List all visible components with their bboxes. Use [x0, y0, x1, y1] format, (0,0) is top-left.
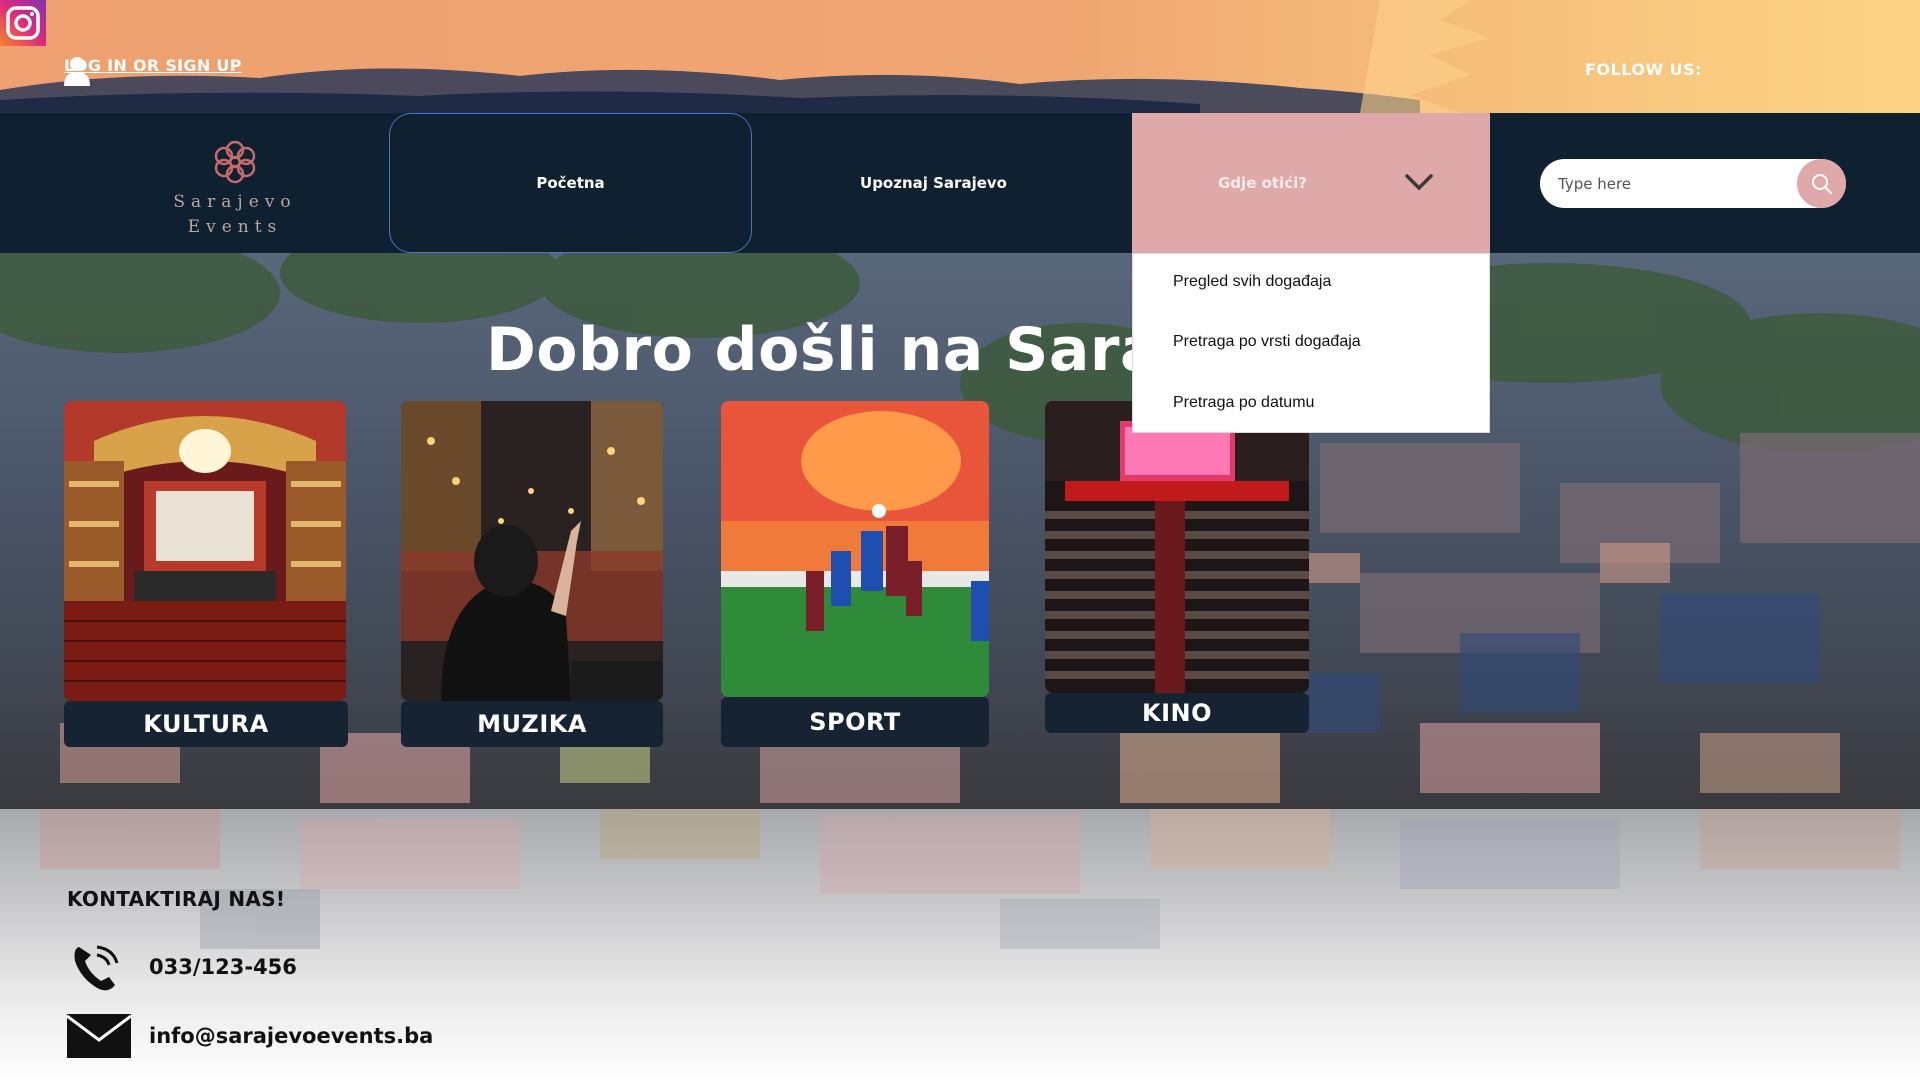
flower-logo-icon — [214, 140, 256, 184]
login-area[interactable]: LOG IN OR SIGN UP — [64, 56, 242, 86]
nav-where-label: Gdje otići? — [1218, 174, 1307, 192]
hero-section: Dobro došli na Saraje KULTURA MUZIKA SPO… — [0, 253, 1920, 809]
concert-image — [401, 401, 663, 701]
theater-image — [64, 401, 346, 701]
category-label[interactable]: KULTURA — [64, 701, 348, 747]
search-button[interactable] — [1797, 159, 1846, 208]
category-label[interactable]: KINO — [1045, 693, 1309, 733]
category-label[interactable]: SPORT — [721, 697, 989, 747]
site-logo[interactable]: Sarajevo Events — [170, 137, 300, 237]
dropdown-item-search-by-date[interactable]: Pretraga po datumu — [1173, 394, 1314, 412]
search-icon — [1811, 173, 1832, 194]
top-bar: LOG IN OR SIGN UP FOLLOW US: — [0, 0, 1920, 113]
follow-label: FOLLOW US: — [1585, 60, 1703, 79]
category-card-muzika[interactable]: MUZIKA — [401, 401, 663, 747]
user-icon — [64, 57, 90, 86]
mail-icon — [67, 1014, 131, 1058]
logo-text-line1: Sarajevo — [173, 192, 297, 212]
logo-text-line2: Events — [187, 217, 283, 237]
contact-email[interactable]: info@sarajevoevents.ba — [67, 1014, 433, 1058]
nav-home[interactable]: Početna — [389, 113, 752, 253]
dropdown-item-all-events[interactable]: Pregled svih događaja — [1173, 273, 1331, 291]
hero-title: Dobro došli na Saraje — [486, 315, 1224, 385]
nav-where-to-go[interactable]: Gdje otići? — [1132, 113, 1490, 253]
email-address: info@sarajevoevents.ba — [149, 1024, 434, 1048]
chevron-down-icon — [1405, 174, 1433, 191]
where-to-go-dropdown: Pregled svih događaja Pretraga po vrsti … — [1132, 253, 1490, 433]
sunset-background — [0, 0, 1490, 113]
category-card-kino[interactable]: KINO — [1045, 401, 1309, 741]
contact-phone[interactable]: 033/123-456 — [67, 939, 297, 995]
phone-icon — [74, 945, 119, 991]
login-link[interactable]: LOG IN OR SIGN UP — [64, 56, 242, 75]
category-card-kultura[interactable]: KULTURA — [64, 401, 348, 747]
nav-meet-sarajevo[interactable]: Upoznaj Sarajevo — [752, 113, 1115, 253]
instagram-icon[interactable] — [0, 0, 46, 46]
dropdown-item-search-by-type[interactable]: Pretraga po vrsti događaja — [1173, 333, 1361, 351]
cinema-image — [1045, 401, 1309, 693]
search-input[interactable] — [1556, 173, 1786, 194]
phone-number: 033/123-456 — [149, 955, 297, 979]
category-card-sport[interactable]: SPORT — [721, 401, 989, 747]
contact-title: KONTAKTIRAJ NAS! — [67, 887, 286, 911]
search-box — [1540, 159, 1846, 208]
footer: KONTAKTIRAJ NAS! 033/123-456 info@saraje… — [0, 809, 1920, 1080]
football-image — [721, 401, 989, 697]
category-label[interactable]: MUZIKA — [401, 701, 663, 747]
